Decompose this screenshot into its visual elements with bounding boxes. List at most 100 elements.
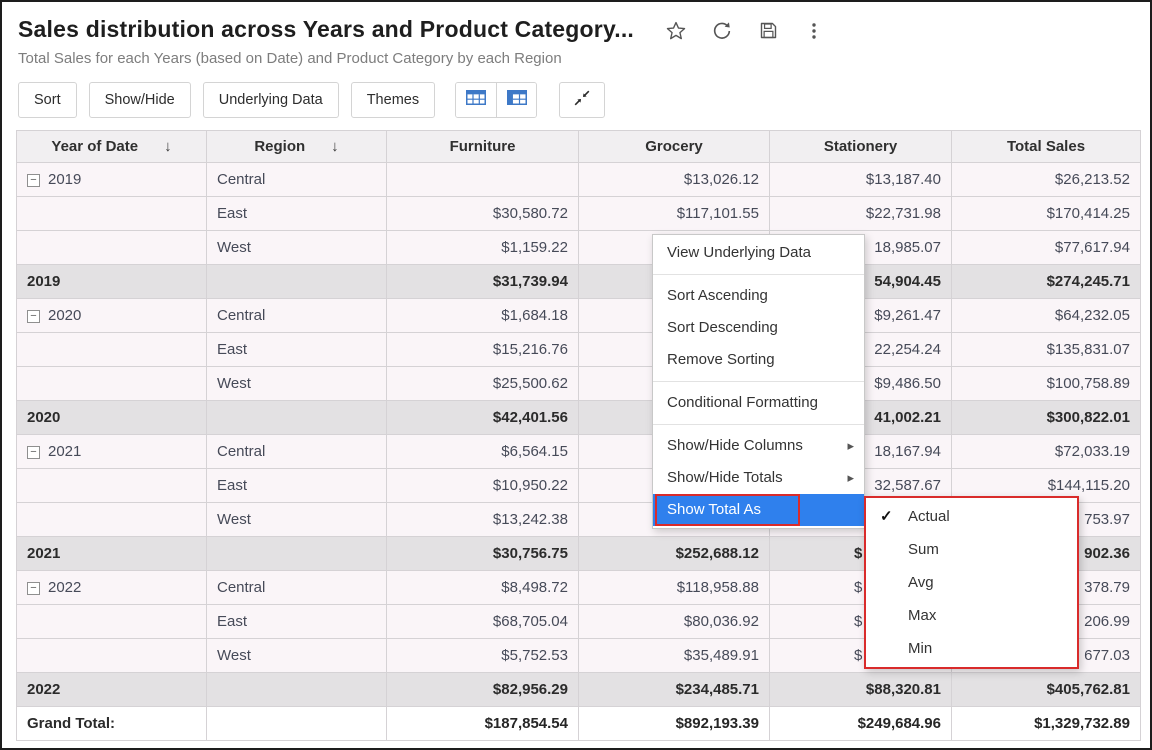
cell-furniture[interactable]: $5,752.53 xyxy=(387,639,579,673)
menu-item-show-total-as[interactable]: Show Total As xyxy=(653,494,864,526)
report-subtitle: Total Sales for each Years (based on Dat… xyxy=(2,43,1150,67)
collapse-row-icon[interactable]: − xyxy=(27,174,40,187)
collapse-row-icon[interactable]: − xyxy=(27,446,40,459)
column-header-region[interactable]: Region↓ xyxy=(207,131,387,163)
cell-region: West xyxy=(207,639,387,673)
cell-region: Central xyxy=(207,571,387,605)
pivot-view-icon xyxy=(507,90,527,110)
toolbar-button-show-hide[interactable]: Show/Hide xyxy=(89,82,191,118)
menu-item-view-underlying-data[interactable]: View Underlying Data xyxy=(653,237,864,269)
cell-total-sales[interactable]: $72,033.19 xyxy=(952,435,1141,469)
cell-year: −2021 xyxy=(17,435,207,469)
submenu-arrow-icon: ▸ xyxy=(847,462,854,494)
menu-item-show-hide-columns[interactable]: Show/Hide Columns▸ xyxy=(653,430,864,462)
cell-furniture[interactable] xyxy=(387,163,579,197)
cell-grocery[interactable]: $80,036.92 xyxy=(579,605,770,639)
menu-item-conditional-formatting[interactable]: Conditional Formatting xyxy=(653,387,864,419)
collapse-row-icon[interactable]: − xyxy=(27,582,40,595)
cell-total-sales[interactable]: $274,245.71 xyxy=(952,265,1141,299)
cell-grocery[interactable]: $118,958.88 xyxy=(579,571,770,605)
cell-furniture[interactable]: $187,854.54 xyxy=(387,707,579,741)
view-toggle-group xyxy=(455,82,537,118)
cell-grocery[interactable]: $234,485.71 xyxy=(579,673,770,707)
sort-arrow-icon[interactable]: ↓ xyxy=(331,138,339,155)
submenu-item-label: Max xyxy=(908,607,936,624)
cell-total-sales[interactable]: $77,617.94 xyxy=(952,231,1141,265)
menu-item-sort-ascending[interactable]: Sort Ascending xyxy=(653,280,864,312)
cell-grocery[interactable]: $35,489.91 xyxy=(579,639,770,673)
cell-furniture[interactable]: $42,401.56 xyxy=(387,401,579,435)
menu-separator xyxy=(653,274,864,275)
menu-item-show-hide-totals[interactable]: Show/Hide Totals▸ xyxy=(653,462,864,494)
collapse-columns-button[interactable] xyxy=(559,82,605,118)
cell-stationery[interactable]: $249,684.96 xyxy=(770,707,952,741)
cell-total-sales[interactable]: $170,414.25 xyxy=(952,197,1141,231)
cell-year xyxy=(17,367,207,401)
save-icon[interactable] xyxy=(756,19,780,43)
cell-furniture[interactable]: $68,705.04 xyxy=(387,605,579,639)
grid-view-button[interactable] xyxy=(456,83,496,117)
cell-furniture[interactable]: $1,684.18 xyxy=(387,299,579,333)
year-label: 2021 xyxy=(27,545,60,562)
cell-furniture[interactable]: $25,500.62 xyxy=(387,367,579,401)
cell-total-sales[interactable]: $64,232.05 xyxy=(952,299,1141,333)
collapse-columns-icon xyxy=(572,88,592,113)
cell-year: −2022 xyxy=(17,571,207,605)
cell-total-sales[interactable]: $100,758.89 xyxy=(952,367,1141,401)
cell-grocery[interactable]: $13,026.12 xyxy=(579,163,770,197)
cell-stationery[interactable]: $13,187.40 xyxy=(770,163,952,197)
submenu-item-label: Sum xyxy=(908,541,939,558)
submenu-item-avg[interactable]: Avg xyxy=(866,566,1077,599)
cell-furniture[interactable]: $10,950.22 xyxy=(387,469,579,503)
cell-furniture[interactable]: $6,564.15 xyxy=(387,435,579,469)
cell-furniture[interactable]: $82,956.29 xyxy=(387,673,579,707)
toolbar-button-underlying-data[interactable]: Underlying Data xyxy=(203,82,339,118)
cell-year: Grand Total: xyxy=(17,707,207,741)
year-label: 2020 xyxy=(27,409,60,426)
submenu-item-sum[interactable]: Sum xyxy=(866,533,1077,566)
column-header-stationery[interactable]: Stationery xyxy=(770,131,952,163)
year-label: 2022 xyxy=(27,681,60,698)
cell-grocery[interactable]: $117,101.55 xyxy=(579,197,770,231)
collapse-row-icon[interactable]: − xyxy=(27,310,40,323)
column-header-furniture[interactable]: Furniture xyxy=(387,131,579,163)
cell-total-sales[interactable]: $1,329,732.89 xyxy=(952,707,1141,741)
menu-item-remove-sorting[interactable]: Remove Sorting xyxy=(653,344,864,376)
column-header-total-sales[interactable]: Total Sales xyxy=(952,131,1141,163)
menu-item-sort-descending[interactable]: Sort Descending xyxy=(653,312,864,344)
cell-furniture[interactable]: $1,159.22 xyxy=(387,231,579,265)
cell-region: West xyxy=(207,231,387,265)
check-icon: ✓ xyxy=(880,500,893,533)
table-row-data: −2020Central$1,684.18$9,261.47$64,232.05 xyxy=(17,299,1141,333)
sort-arrow-icon[interactable]: ↓ xyxy=(164,138,172,155)
submenu-item-max[interactable]: Max xyxy=(866,599,1077,632)
cell-furniture[interactable]: $13,242.38 xyxy=(387,503,579,537)
toolbar: Sort Show/Hide Underlying Data Themes xyxy=(2,67,1150,130)
cell-furniture[interactable]: $30,756.75 xyxy=(387,537,579,571)
cell-total-sales[interactable]: $300,822.01 xyxy=(952,401,1141,435)
cell-grocery[interactable]: $252,688.12 xyxy=(579,537,770,571)
column-header-grocery[interactable]: Grocery xyxy=(579,131,770,163)
toolbar-button-sort[interactable]: Sort xyxy=(18,82,77,118)
cell-total-sales[interactable]: $405,762.81 xyxy=(952,673,1141,707)
column-header-year-of-date[interactable]: Year of Date↓ xyxy=(17,131,207,163)
cell-furniture[interactable]: $30,580.72 xyxy=(387,197,579,231)
cell-year xyxy=(17,333,207,367)
cell-stationery[interactable]: $88,320.81 xyxy=(770,673,952,707)
refresh-icon[interactable] xyxy=(710,19,734,43)
more-options-icon[interactable] xyxy=(802,19,826,43)
toolbar-button-themes[interactable]: Themes xyxy=(351,82,435,118)
star-icon[interactable] xyxy=(664,19,688,43)
cell-stationery[interactable]: $22,731.98 xyxy=(770,197,952,231)
pivot-view-button[interactable] xyxy=(496,83,536,117)
cell-furniture[interactable]: $8,498.72 xyxy=(387,571,579,605)
cell-region: East xyxy=(207,469,387,503)
submenu-item-actual[interactable]: ✓Actual xyxy=(866,500,1077,533)
submenu-item-min[interactable]: Min xyxy=(866,632,1077,665)
cell-total-sales[interactable]: $135,831.07 xyxy=(952,333,1141,367)
cell-total-sales[interactable]: $26,213.52 xyxy=(952,163,1141,197)
cell-grocery[interactable]: $892,193.39 xyxy=(579,707,770,741)
cell-furniture[interactable]: $15,216.76 xyxy=(387,333,579,367)
cell-furniture[interactable]: $31,739.94 xyxy=(387,265,579,299)
menu-item-label: Show Total As xyxy=(667,501,761,518)
